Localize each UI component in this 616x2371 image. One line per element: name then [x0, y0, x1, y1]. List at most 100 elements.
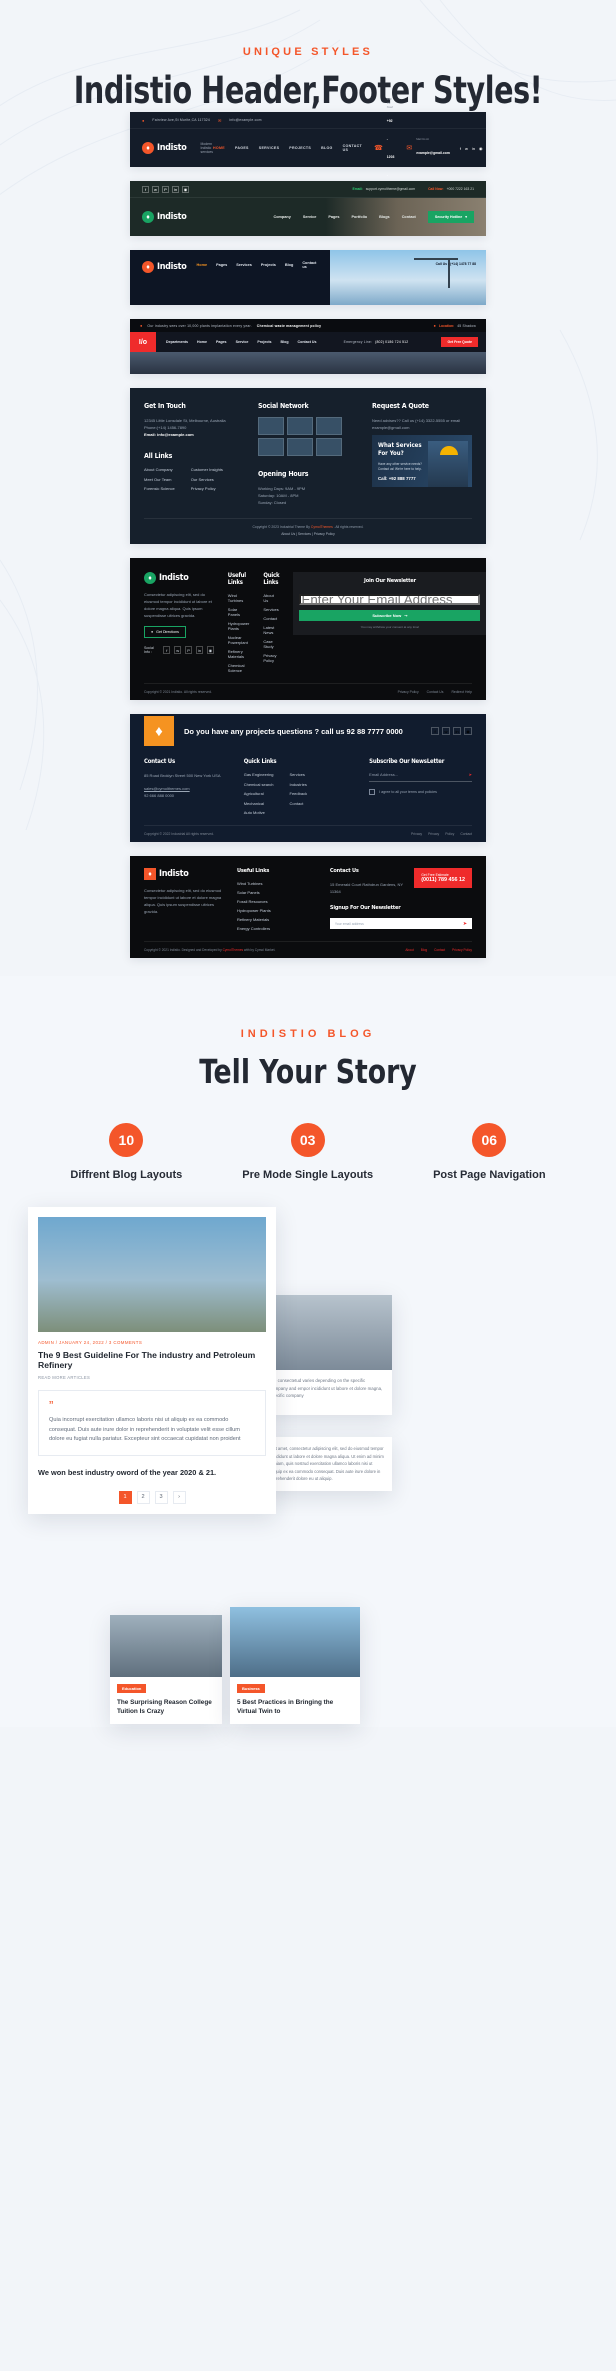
gallery-thumb[interactable]: [316, 438, 342, 456]
page-next-button[interactable]: ›: [172, 1490, 186, 1504]
footer4-copyright-link[interactable]: CymolThemes: [223, 948, 244, 952]
twitter-icon[interactable]: w: [465, 146, 468, 151]
footer-link-latest-news[interactable]: Latest News: [263, 625, 279, 635]
nav-item-services[interactable]: Services: [236, 263, 252, 267]
nav-item-pages[interactable]: Pages: [328, 215, 339, 219]
linkedin-icon[interactable]: in: [196, 646, 203, 654]
footer3-link-contact[interactable]: Contact: [460, 832, 472, 836]
nav-item-portfolio[interactable]: Portfolio: [352, 215, 368, 219]
newsletter-subscribe-button[interactable]: Subscribe Now ➞: [299, 610, 481, 621]
page-1-button[interactable]: 1: [118, 1490, 132, 1504]
footer-link-hydropower-plants[interactable]: Hydropower Plants: [228, 621, 250, 631]
blog-card-title[interactable]: 5 Best Practices in Bringing the Virtual…: [230, 1695, 360, 1724]
footer-link-hydropower-plants[interactable]: Hydropower Plants: [237, 908, 316, 913]
footer-link-fossil-resources[interactable]: Fossil Resources: [237, 899, 316, 904]
footer-link-feedback[interactable]: Feedback: [290, 791, 308, 796]
footer-link-case-study[interactable]: Case Study: [263, 639, 279, 649]
gallery-thumb[interactable]: [258, 438, 284, 456]
footer3-link-policy[interactable]: Policy: [445, 832, 454, 836]
footer3-subscribe-input[interactable]: Email Address... ➤: [369, 772, 472, 782]
facebook-icon[interactable]: f: [431, 727, 439, 735]
footer-link-wind-turbines[interactable]: Wind Turbines: [228, 593, 250, 603]
nav-item-projects[interactable]: Projects: [257, 340, 271, 344]
footer4-quote-badge[interactable]: Get Free Estimate (0011) 789 456 12: [414, 868, 473, 888]
nav-item-company[interactable]: Company: [274, 215, 291, 219]
footer-link-chemical-science[interactable]: Chemical Science: [228, 663, 250, 673]
blog-preview-card-2[interactable]: ore consectetud varies depending on the …: [262, 1295, 392, 1416]
footer2-logo[interactable]: ♦ Indisto: [144, 572, 214, 584]
footer-link-agricultural[interactable]: Agricultural: [244, 791, 274, 796]
blog-post-title[interactable]: The 9 Best Guideline For The industry an…: [38, 1350, 266, 1370]
facebook-icon[interactable]: f: [142, 185, 149, 193]
footer-link-mechanical[interactable]: Mechanical: [244, 801, 274, 806]
linkedin-icon[interactable]: in: [453, 727, 461, 735]
nav-item-blog[interactable]: Blog: [281, 340, 289, 344]
instagram-icon[interactable]: ◉: [206, 646, 214, 654]
footer2-privacy-policy[interactable]: Privacy Policy: [398, 690, 419, 694]
footer4-link-contact[interactable]: Contact: [434, 948, 445, 952]
nav-item-home[interactable]: Home: [197, 263, 208, 267]
blog-preview-card-3[interactable]: r sit amet, consectetur adipiscing elit,…: [262, 1437, 392, 1491]
twitter-icon[interactable]: w: [442, 727, 450, 735]
promo-call[interactable]: Call: +92 888 7777: [378, 476, 416, 481]
footer3-email[interactable]: sales@cymolthemes.com: [144, 785, 230, 792]
page-3-button[interactable]: 3: [154, 1490, 168, 1504]
footer4-link-about[interactable]: About: [405, 948, 413, 952]
footer4-link-blog[interactable]: Blog: [421, 948, 427, 952]
footer-link-gas-engineering[interactable]: Gas Engineering: [244, 772, 274, 777]
nav-item-pages[interactable]: Pages: [216, 263, 227, 267]
twitter-icon[interactable]: w: [174, 646, 182, 654]
footer1-bottom-services[interactable]: Services: [298, 532, 311, 536]
footer-link-refinery-materials[interactable]: Refinery Materials: [237, 917, 316, 922]
footer3-link-privacy[interactable]: Privacy: [411, 832, 422, 836]
nav-item-projects[interactable]: Projects: [261, 263, 276, 267]
footer4-logo[interactable]: ♦ Indisto: [144, 868, 223, 880]
facebook-icon[interactable]: f: [460, 146, 461, 151]
nav-item-projects[interactable]: PROJECTS: [289, 146, 311, 150]
linkedin-icon[interactable]: in: [172, 185, 179, 193]
nav-item-blogs[interactable]: Blogs: [379, 215, 390, 219]
footer-link-services[interactable]: Services: [290, 772, 308, 777]
gallery-thumb[interactable]: [287, 438, 313, 456]
footer-link-about-us[interactable]: About Us: [263, 593, 279, 603]
footer4-signup-input[interactable]: Your email address ➤: [329, 918, 473, 929]
nav-item-blog[interactable]: BLOG: [321, 146, 333, 150]
footer1-bottom-privacy[interactable]: Privacy Policy: [314, 532, 335, 536]
nav-item-service[interactable]: Service: [236, 340, 249, 344]
blog-main-card[interactable]: ADMIN / JANUARY 24, 2022 / 3 COMMENTS Th…: [28, 1207, 276, 1514]
footer-link-meet-our-team[interactable]: Meet Our Team: [144, 477, 175, 482]
nav-item-services[interactable]: SERVICES: [259, 146, 280, 150]
nav-item-contact[interactable]: Contact Us: [298, 340, 317, 344]
footer-link-refinery-materials[interactable]: Refinery Materials: [228, 649, 250, 659]
nav-item-pages[interactable]: Pages: [216, 340, 227, 344]
footer1-bottom-about[interactable]: About Us: [281, 532, 295, 536]
instagram-icon[interactable]: ◉: [182, 185, 189, 193]
instagram-icon[interactable]: ◉: [464, 727, 472, 735]
nav-item-contact[interactable]: CONTACT US: [343, 144, 362, 152]
header2-cta-button[interactable]: Security Hotline ▾: [427, 211, 474, 223]
footer-link-contact[interactable]: Contact: [290, 801, 308, 806]
gallery-thumb[interactable]: [258, 417, 284, 435]
header3-cta[interactable]: Call Us : (+14) 1478 77 88: [436, 262, 476, 266]
footer-link-auto-motive[interactable]: Auto Motive: [244, 810, 274, 815]
footer3-link-privacy-2[interactable]: Privacy: [428, 832, 439, 836]
footer-link-forensic-science[interactable]: Forensic Science: [144, 486, 175, 491]
read-more-link[interactable]: READ MORE ARTICLES: [38, 1375, 266, 1380]
header1-mail-block[interactable]: ✉ Mail Us At example@gmail.com: [406, 137, 450, 159]
footer1-copyright-link[interactable]: CymolThemes: [311, 525, 333, 529]
footer2-redirect-help[interactable]: Redirect Help: [451, 690, 472, 694]
nav-item-pages[interactable]: PAGES: [235, 146, 249, 150]
gallery-thumb[interactable]: [316, 417, 342, 435]
nav-item-home[interactable]: HOME: [213, 146, 225, 150]
footer-link-privacy-policy[interactable]: Privacy Policy: [263, 653, 279, 663]
footer-link-chemical-search[interactable]: Chemical search: [244, 782, 274, 787]
footer-link-customer-insights[interactable]: Customer Insights: [191, 467, 223, 472]
footer-link-about-company[interactable]: About Company: [144, 467, 175, 472]
twitter-icon[interactable]: w: [152, 185, 159, 193]
footer4-link-privacy[interactable]: Privacy Policy: [452, 948, 472, 952]
agree-checkbox[interactable]: [369, 789, 376, 795]
header4-cta-button[interactable]: Get Free Quote: [441, 337, 478, 347]
header4-logo[interactable]: I/o: [130, 332, 156, 352]
footer-link-services[interactable]: Services: [263, 607, 279, 612]
footer-link-our-services[interactable]: Our Services: [191, 477, 223, 482]
